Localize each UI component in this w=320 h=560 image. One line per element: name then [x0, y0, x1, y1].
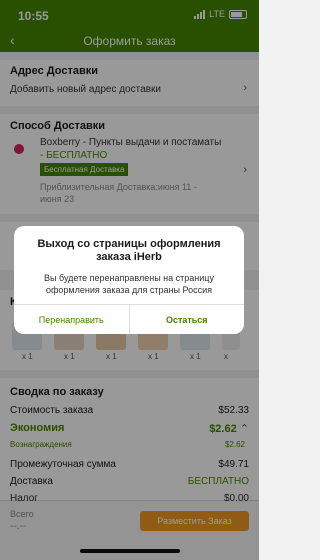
tax-row: Налог $0.00: [10, 493, 249, 504]
tax-value: $0.00: [223, 493, 249, 504]
dialog-title: Выход со страницы оформления заказа iHer…: [37, 238, 221, 263]
redirect-button[interactable]: Перенаправить: [14, 305, 129, 334]
dialog-message: Вы будете перенаправлены на страницу офо…: [44, 273, 214, 295]
redirect-dialog: Выход со страницы оформления заказа iHer…: [14, 226, 244, 334]
tax-label: Налог: [10, 493, 38, 504]
dialog-buttons: Перенаправить Остаться: [14, 304, 244, 334]
stay-button[interactable]: Остаться: [128, 305, 244, 334]
